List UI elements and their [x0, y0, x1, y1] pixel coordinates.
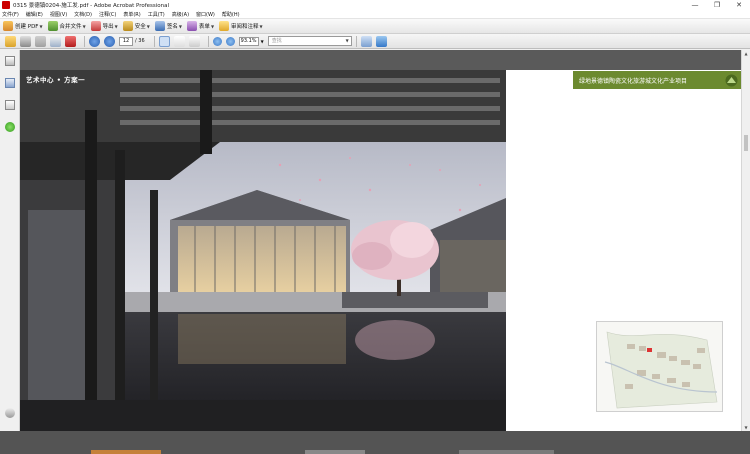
forms-label: 表单 [198, 24, 210, 30]
task-toolbar: 创建 PDF ▼ 合并文件 ▼ 导出 ▼ 安全 ▼ 签名 ▼ 表单 ▼ 审阅和注… [0, 19, 750, 34]
toolbar-divider [153, 35, 155, 47]
open-folder-icon[interactable] [5, 35, 16, 47]
search-input[interactable]: 查找 ▼ [267, 36, 352, 46]
previous-page-icon[interactable] [89, 35, 100, 47]
pages-icon[interactable] [5, 56, 15, 66]
help-icon[interactable] [5, 122, 15, 132]
document-area: 艺术中心 • 方案一 绿地景德镇陶瓷文化旅游城文化产业项目 [20, 50, 741, 431]
attachment-icon[interactable] [5, 408, 15, 418]
review-comment-button[interactable]: 审阅和注释 ▼ [219, 21, 263, 31]
project-banner-text: 绿地景德镇陶瓷文化旅游城文化产业项目 [579, 77, 688, 85]
email-icon[interactable] [50, 35, 61, 47]
close-button[interactable]: ✕ [728, 0, 750, 10]
export-label: 导出 [102, 24, 114, 30]
chevron-down-icon: ▼ [259, 23, 263, 29]
hand-tool-icon[interactable] [173, 35, 185, 47]
taskbar-item[interactable] [91, 450, 161, 454]
save-icon[interactable] [35, 35, 46, 47]
sign-button[interactable]: 签名 ▼ [154, 21, 182, 31]
next-page-icon[interactable] [104, 35, 115, 47]
pdf-page: 艺术中心 • 方案一 绿地景德镇陶瓷文化旅游城文化产业项目 [20, 70, 741, 431]
zoom-level-input[interactable]: 93.1% [238, 36, 259, 46]
navigation-toolbar: 12 / 36 93.1% ▼ 查找 ▼ [0, 34, 750, 49]
menu-view[interactable]: 视图(V) [50, 11, 67, 18]
menu-bar: 文件(F) 编辑(E) 视图(V) 文档(D) 注释(C) 表单(R) 工具(T… [0, 10, 750, 19]
taskbar-item[interactable] [459, 450, 554, 454]
scroll-up-icon[interactable]: ▲ [743, 51, 749, 56]
toolbar-divider [207, 35, 209, 47]
vertical-scrollbar[interactable]: ▲ ▼ [741, 50, 750, 431]
scroll-down-icon[interactable]: ▼ [743, 425, 749, 430]
select-cursor-icon[interactable] [158, 35, 170, 47]
forms-button[interactable]: 表单 ▼ [186, 21, 215, 31]
sign-label: 签名 [166, 24, 178, 30]
create-pdf-icon [3, 21, 13, 31]
combine-files-button[interactable]: 合并文件 ▼ [47, 21, 86, 31]
site-plan-thumbnail [596, 321, 723, 412]
menu-document[interactable]: 文档(D) [74, 11, 92, 18]
combine-files-icon [47, 21, 58, 31]
search-placeholder: 查找 [271, 38, 282, 44]
page-total: / 36 [135, 38, 145, 44]
maximize-button[interactable]: ❐ [706, 0, 728, 10]
architectural-rendering: 艺术中心 • 方案一 [20, 70, 506, 431]
signatures-icon[interactable] [5, 100, 15, 110]
chevron-down-icon: ▼ [146, 23, 150, 29]
page-number-input[interactable]: 12 [119, 36, 133, 46]
menu-forms[interactable]: 表单(R) [123, 11, 140, 18]
toolbar-divider [355, 35, 357, 47]
create-pdf-label: 创建 PDF [15, 24, 39, 30]
title-bar: 0315 景德镇0204-施工发.pdf - Adobe Acrobat Pro… [0, 0, 750, 10]
minimize-button[interactable]: — [684, 0, 706, 10]
chevron-down-icon: ▼ [210, 23, 215, 29]
chevron-down-icon: ▼ [82, 23, 86, 29]
review-comment-label: 审阅和注释 [231, 24, 259, 30]
taskbar-item[interactable] [305, 450, 365, 454]
toolbar-divider [84, 35, 85, 47]
greenland-logo [725, 74, 738, 86]
menu-file[interactable]: 文件(F) [2, 11, 19, 18]
menu-comments[interactable]: 注释(C) [99, 11, 116, 18]
navigation-panel [0, 50, 20, 431]
chevron-down-icon[interactable]: ▼ [261, 39, 264, 44]
print-icon[interactable] [20, 35, 31, 47]
scrollbar-thumb[interactable] [744, 135, 748, 151]
form-icon [186, 21, 197, 31]
acrobat-app-icon [2, 1, 10, 9]
menu-advanced[interactable]: 高级(A) [172, 11, 189, 18]
chevron-down-icon: ▼ [114, 23, 118, 29]
chevron-down-icon: ▼ [345, 38, 349, 43]
attach-red-icon[interactable] [65, 35, 76, 47]
project-banner: 绿地景德镇陶瓷文化旅游城文化产业项目 [573, 71, 741, 89]
comment-icon [219, 21, 230, 31]
menu-edit[interactable]: 编辑(E) [26, 11, 43, 18]
page-heading: 艺术中心 • 方案一 [26, 76, 86, 84]
chevron-down-icon: ▼ [178, 23, 182, 29]
fit-page-icon[interactable] [360, 35, 372, 47]
menu-tools[interactable]: 工具(T) [148, 11, 165, 18]
window-title: 0315 景德镇0204-施工发.pdf - Adobe Acrobat Pro… [13, 3, 170, 9]
menu-window[interactable]: 窗口(W) [196, 11, 215, 18]
create-pdf-button[interactable]: 创建 PDF ▼ [3, 21, 43, 31]
chevron-down-icon: ▼ [39, 23, 43, 29]
menu-help[interactable]: 帮助(H) [222, 11, 240, 18]
combine-files-label: 合并文件 [59, 24, 82, 30]
lock-icon [122, 21, 133, 31]
zoom-in-icon[interactable] [225, 36, 235, 46]
bottom-strip [0, 431, 750, 454]
export-icon [90, 21, 101, 31]
bookmarks-icon[interactable] [5, 78, 15, 88]
export-button[interactable]: 导出 ▼ [90, 21, 118, 31]
secure-button[interactable]: 安全 ▼ [122, 21, 150, 31]
window-controls: — ❐ ✕ [684, 0, 750, 10]
full-screen-icon[interactable] [375, 35, 387, 47]
zoom-out-icon[interactable] [212, 36, 222, 46]
secure-label: 安全 [134, 24, 146, 30]
pen-icon [154, 21, 165, 31]
marquee-zoom-icon[interactable] [188, 35, 200, 47]
